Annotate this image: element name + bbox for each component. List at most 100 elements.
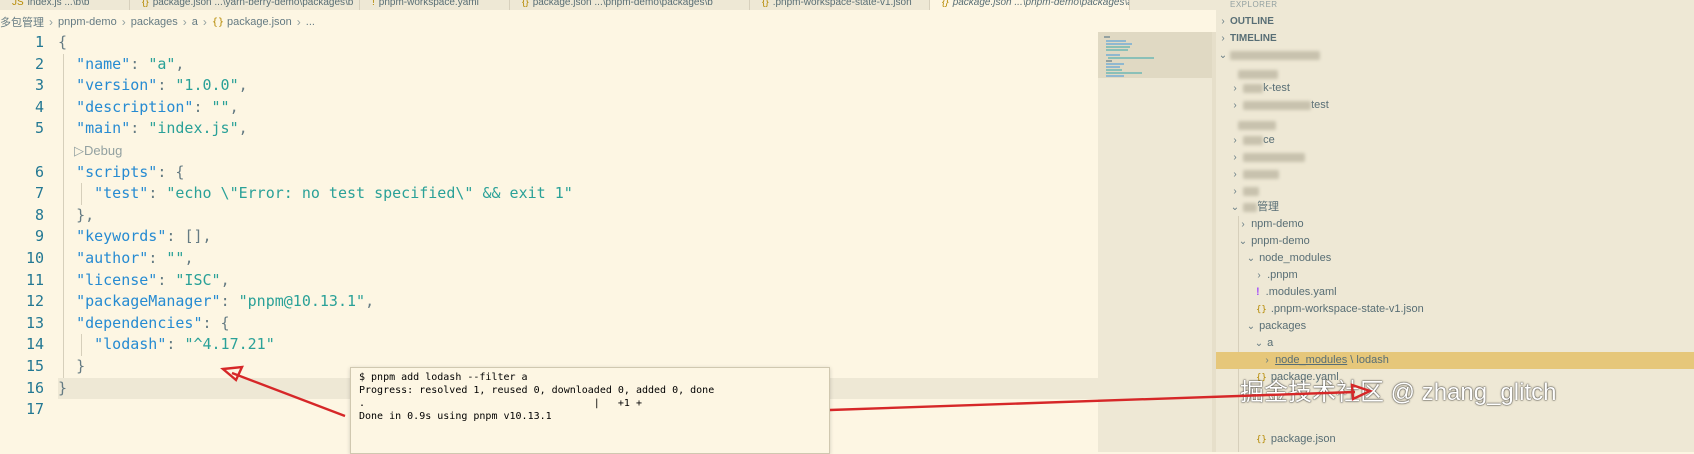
breadcrumb: 多包管理 › pnpm-demo › packages › a › {} package.… xyxy=(0,12,315,32)
tree-item-workspace-state[interactable]: {} .pnpm-workspace-state-v1.json xyxy=(1216,301,1694,318)
code-line: "version": "1.0.0", xyxy=(76,76,248,95)
json-file-icon: {} xyxy=(1256,435,1267,445)
yaml-file-icon: ! xyxy=(1256,286,1260,298)
code-line: }, xyxy=(76,205,95,224)
line-number: 4 xyxy=(34,97,44,116)
chevron-right-icon: › xyxy=(121,15,126,29)
line-number: 6 xyxy=(34,162,44,181)
tab-package-json-yarn[interactable]: {} package.json ...\yarn-berry-demo\packa… xyxy=(130,0,360,10)
tree-item[interactable]: › xyxy=(1216,166,1694,183)
terminal-output-popup: $ pnpm add lodash --filter a Progress: r… xyxy=(350,367,830,454)
breadcrumb-item[interactable]: a xyxy=(192,16,198,28)
tree-item-modules-yaml[interactable]: ! .modules.yaml xyxy=(1216,284,1694,301)
codelens-spacer xyxy=(0,140,44,162)
tab-workspace-state[interactable]: {} .pnpm-workspace-state-v1.json xyxy=(750,0,930,10)
breadcrumb-item[interactable]: package.json xyxy=(227,16,292,28)
workspace-section[interactable]: ⌄ xyxy=(1216,48,1694,64)
chevron-down-icon: ⌄ xyxy=(1254,338,1264,349)
tab-package-json-b[interactable]: {} package.json ...\pnpm-demo\packages\b xyxy=(510,0,750,10)
chevron-right-icon: › xyxy=(202,15,207,29)
line-number: 3 xyxy=(34,76,44,95)
code-line: "lodash": "^4.17.21" xyxy=(94,335,275,354)
line-number: 1 xyxy=(34,33,44,51)
terminal-line: Done in 0.9s using pnpm v10.13.1 xyxy=(359,411,552,422)
line-number: 15 xyxy=(25,356,44,375)
line-number: 14 xyxy=(25,335,44,354)
timeline-section[interactable]: › TIMELINE xyxy=(1216,31,1694,47)
tree-item-pnpm-dir[interactable]: › .pnpm xyxy=(1216,267,1694,284)
breadcrumb-item[interactable]: pnpm-demo xyxy=(58,16,117,28)
debug-codelens[interactable]: ▷Debug xyxy=(58,140,1098,162)
tree-item-packages[interactable]: ⌄ packages xyxy=(1216,318,1694,335)
watermark: 掘金技术社区 @ zhang_glitch xyxy=(1240,379,1557,406)
json-file-icon: {} xyxy=(142,0,149,8)
tree-item[interactable]: › ce xyxy=(1216,132,1694,149)
line-number: 9 xyxy=(34,227,44,246)
line-number: 16 xyxy=(25,378,44,397)
terminal-line: Progress: resolved 1, reused 0, download… xyxy=(359,385,715,396)
chevron-right-icon: › xyxy=(1233,152,1237,163)
tree-item-npm-demo[interactable]: › npm-demo xyxy=(1216,216,1694,233)
blurred-text xyxy=(1238,69,1278,79)
tree-item[interactable]: › xyxy=(1216,183,1694,200)
blurred-text xyxy=(1243,169,1280,179)
code-line: "description": "", xyxy=(76,97,239,116)
code-line: "test": "echo \"Error: no test specified… xyxy=(94,184,573,203)
chevron-right-icon: › xyxy=(1233,169,1237,180)
tree-folder-open[interactable]: ⌄ 管理 xyxy=(1216,199,1694,216)
line-number: 10 xyxy=(25,248,44,267)
tab-package-json-a[interactable]: {} package.json ...\pnpm-demo\packages\a xyxy=(930,0,1130,10)
chevron-down-icon: ⌄ xyxy=(1238,236,1248,247)
tree-item-node-modules[interactable]: ⌄ node_modules xyxy=(1216,250,1694,267)
chevron-right-icon: › xyxy=(49,15,53,29)
breadcrumb-item[interactable]: 多包管理 xyxy=(0,14,44,30)
tree-item-pnpm-demo[interactable]: ⌄ pnpm-demo xyxy=(1216,233,1694,250)
blurred-text xyxy=(1243,100,1312,110)
explorer-title: EXPLORER xyxy=(1230,0,1278,9)
json-file-icon: {} xyxy=(762,0,769,8)
chevron-right-icon: › xyxy=(1265,355,1269,366)
code-line: "name": "a", xyxy=(76,54,185,73)
tree-item-package-json[interactable]: {} package.json xyxy=(1216,431,1694,448)
breadcrumb-item[interactable]: ... xyxy=(306,16,315,28)
blurred-text xyxy=(1243,202,1258,212)
tab-pnpm-workspace-yaml[interactable]: ! pnpm-workspace.yaml xyxy=(360,0,510,10)
line-number: 11 xyxy=(25,270,44,289)
outline-section[interactable]: › OUTLINE xyxy=(1216,14,1694,30)
json-file-icon: {} xyxy=(942,0,949,8)
chevron-right-icon: › xyxy=(1221,33,1225,44)
chevron-right-icon: › xyxy=(1233,135,1237,146)
chevron-right-icon: › xyxy=(296,15,301,29)
chevron-down-icon: ⌄ xyxy=(1230,202,1240,213)
chevron-right-icon: › xyxy=(182,15,187,29)
play-icon: ▷ xyxy=(74,142,84,158)
tree-item-a[interactable]: ⌄ a xyxy=(1216,335,1694,352)
editor-tab-bar: JS index.js ...\b\b {} package.json ...\ya… xyxy=(0,0,1310,10)
code-content[interactable]: { "name": "a", "version": "1.0.0", "desc… xyxy=(58,32,1098,421)
chevron-right-icon: › xyxy=(1233,83,1237,94)
code-line: "main": "index.js", xyxy=(76,119,248,138)
line-number-gutter: 1 2 3 4 5 6 7 8 9 10 11 12 13 14 15 16 1… xyxy=(0,32,44,421)
blurred-text xyxy=(1238,120,1276,130)
terminal-line: . | +1 + xyxy=(359,398,642,409)
chevron-right-icon: › xyxy=(1233,100,1237,111)
breadcrumb-item[interactable]: packages xyxy=(131,16,178,28)
code-line: "packageManager": "pnpm@10.13.1", xyxy=(76,292,375,311)
chevron-right-icon: › xyxy=(1233,186,1237,197)
code-line: "dependencies": { xyxy=(76,313,230,332)
tree-item[interactable]: › k-test xyxy=(1216,80,1694,97)
minimap[interactable] xyxy=(1098,32,1212,452)
tree-item[interactable]: › test xyxy=(1216,97,1694,114)
blurred-text xyxy=(1243,152,1306,162)
blurred-text xyxy=(1243,83,1264,93)
line-number: 12 xyxy=(25,292,44,311)
tab-index-js[interactable]: JS index.js ...\b\b xyxy=(0,0,130,10)
blurred-text xyxy=(1243,135,1264,145)
tree-item-a-node-modules-lodash[interactable]: › node_modules \ lodash xyxy=(1216,352,1694,369)
line-number: 8 xyxy=(34,205,44,224)
line-number: 5 xyxy=(34,119,44,138)
json-file-icon: {} xyxy=(1256,305,1267,315)
chevron-down-icon: ⌄ xyxy=(1246,321,1256,332)
tree-item[interactable]: › xyxy=(1216,149,1694,166)
chevron-right-icon: › xyxy=(1257,270,1261,281)
